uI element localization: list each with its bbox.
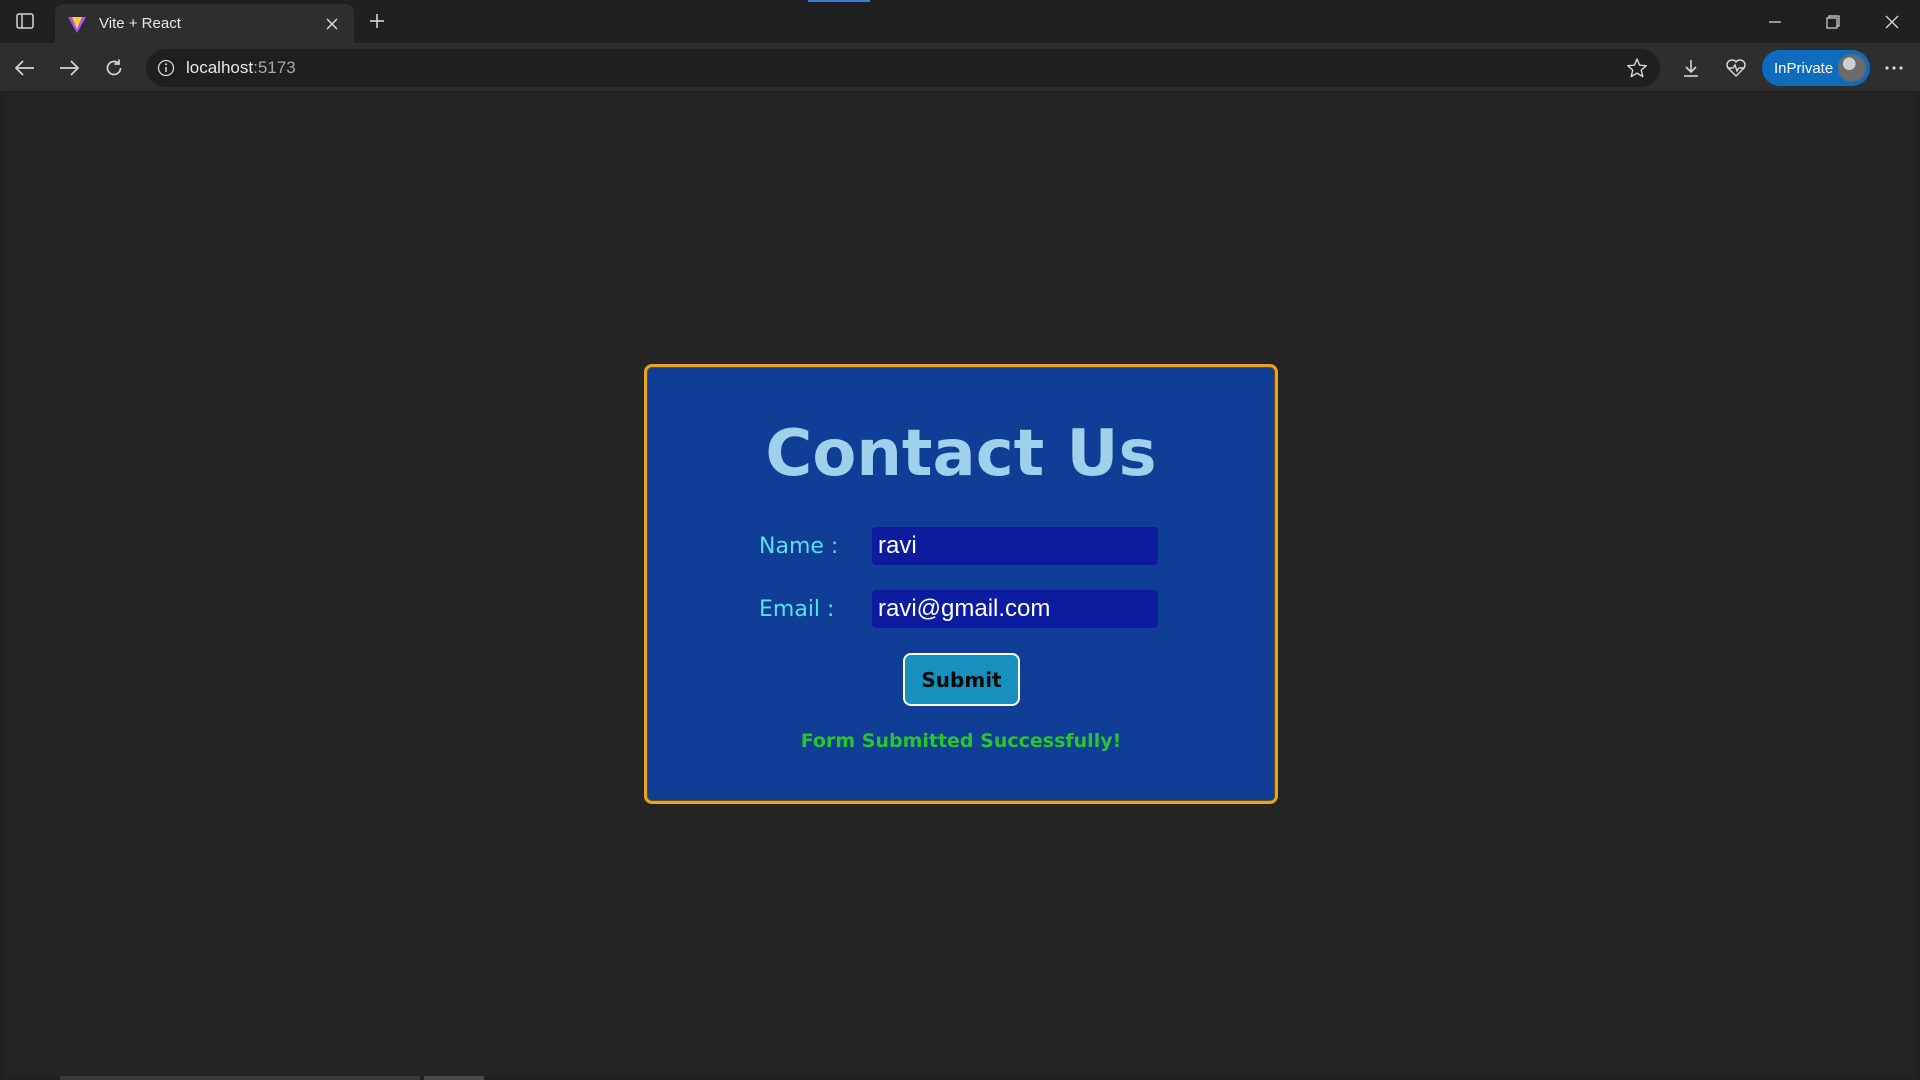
tab-title: Vite + React	[99, 15, 181, 32]
name-input[interactable]: ravi	[872, 527, 1158, 565]
url-port: :5173	[253, 58, 296, 77]
avatar	[1838, 54, 1866, 82]
minimize-icon[interactable]	[1747, 0, 1803, 43]
download-icon[interactable]	[1674, 51, 1708, 85]
name-row: Name : ravi	[759, 527, 1158, 565]
contact-form-card: Contact Us Name : ravi Email : ravi@gmai…	[644, 364, 1278, 804]
page-title: Contact Us	[765, 417, 1157, 491]
email-row: Email : ravi@gmail.com	[759, 590, 1158, 628]
inprivate-button[interactable]: InPrivate	[1762, 50, 1870, 86]
heartbeat-icon[interactable]	[1719, 51, 1753, 85]
title-bar: Vite + React	[0, 0, 1920, 43]
vite-favicon-icon	[67, 14, 87, 34]
horizontal-scrollbar-thumb[interactable]	[424, 1076, 484, 1080]
email-label: Email :	[759, 596, 835, 622]
url-host: localhost	[186, 58, 254, 77]
close-icon[interactable]	[318, 10, 346, 38]
window-close-icon[interactable]	[1864, 0, 1920, 43]
browser-toolbar: localhost:5173 InPrivate	[0, 43, 1920, 91]
submit-button[interactable]: Submit	[903, 653, 1020, 706]
restore-icon[interactable]	[1805, 0, 1861, 43]
refresh-icon[interactable]	[97, 51, 131, 85]
tab-actions-icon[interactable]	[10, 8, 40, 34]
name-label: Name :	[759, 533, 839, 559]
more-icon[interactable]	[1877, 51, 1911, 85]
info-icon[interactable]	[156, 58, 176, 78]
window-accent	[808, 0, 870, 2]
forward-arrow-icon[interactable]	[52, 51, 86, 85]
back-arrow-icon[interactable]	[8, 51, 42, 85]
email-input[interactable]: ravi@gmail.com	[872, 590, 1158, 628]
star-icon[interactable]	[1626, 57, 1648, 79]
inprivate-label: InPrivate	[1774, 59, 1834, 77]
plus-icon[interactable]	[362, 6, 392, 36]
success-message: Form Submitted Successfully!	[800, 730, 1122, 752]
address-bar[interactable]: localhost:5173	[146, 49, 1660, 87]
browser-tab[interactable]: Vite + React	[55, 4, 354, 43]
horizontal-scrollbar[interactable]	[60, 1076, 420, 1080]
